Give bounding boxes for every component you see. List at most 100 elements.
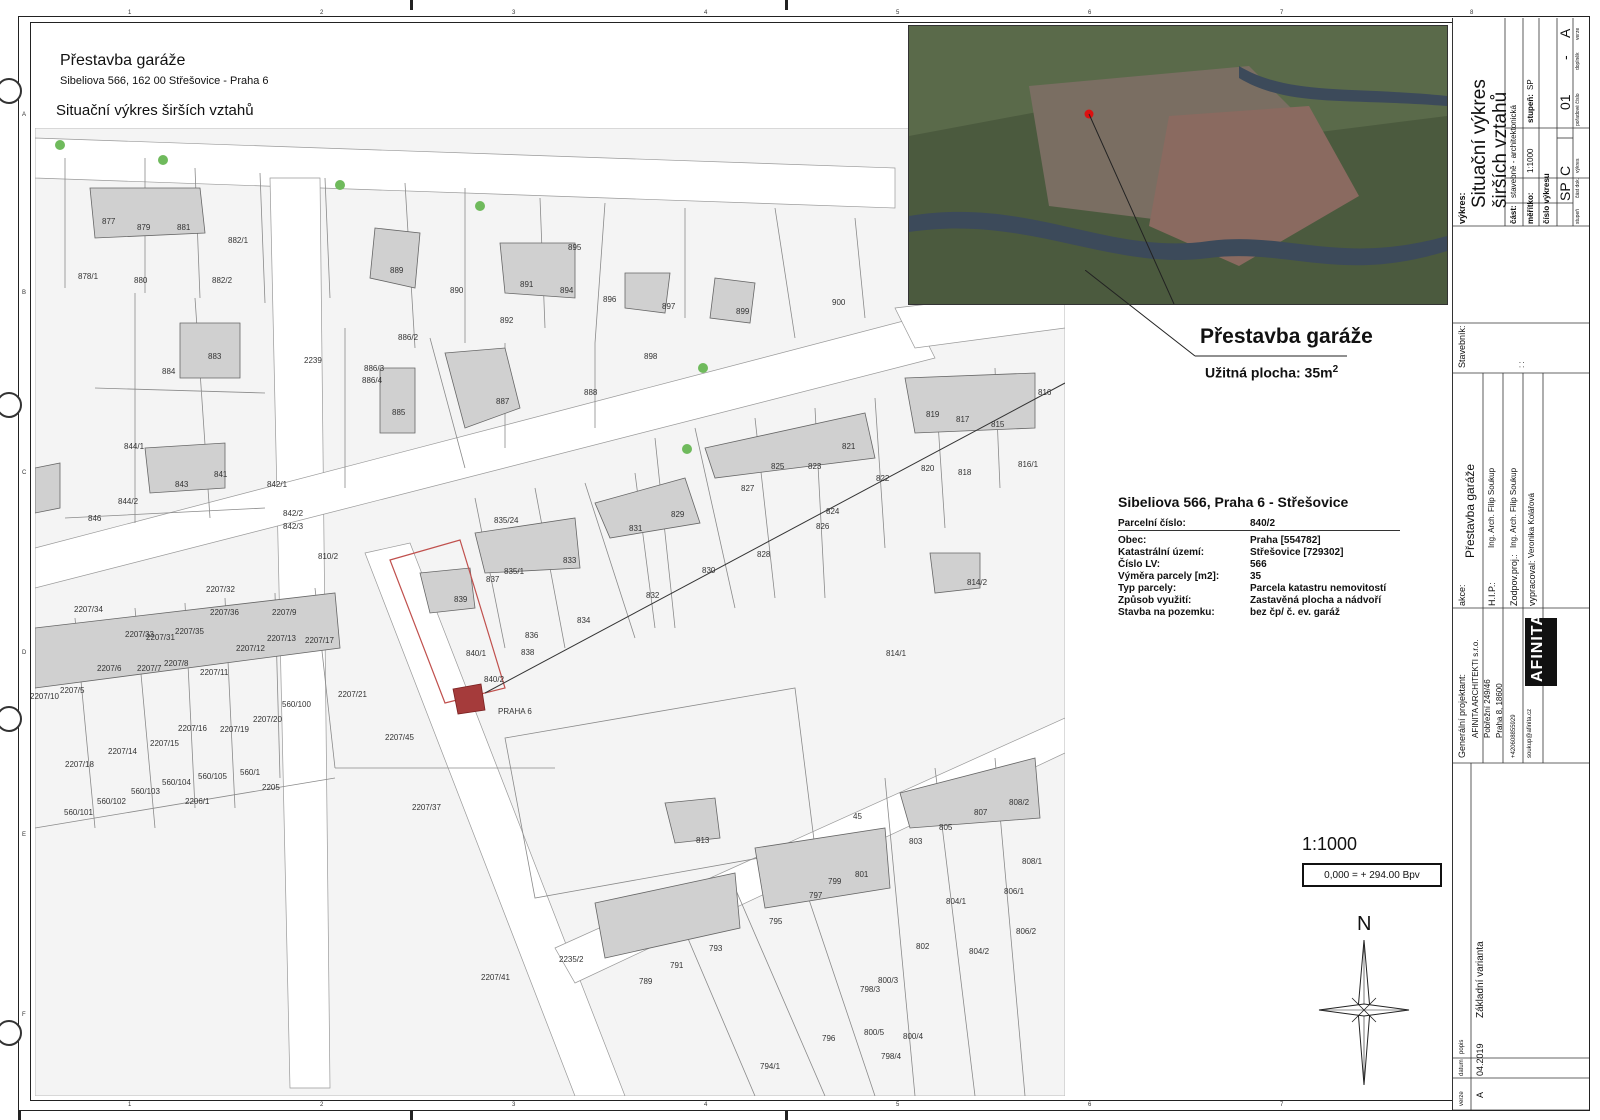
fold-mark-top-1 — [410, 0, 413, 10]
tb-stavebnik-value: : : — [1517, 361, 1526, 368]
tb-col-cast: část dok. — [1575, 177, 1581, 198]
tb-col-doplnek: doplněk — [1575, 52, 1581, 70]
tb-datum-label: datum — [1459, 1059, 1465, 1076]
ruler-col-label: 6 — [1088, 1102, 1092, 1108]
tb-stupen-value: SP — [1526, 79, 1535, 90]
north-label: N — [1357, 913, 1371, 935]
tb-city: Praha 8, 18600 — [1495, 683, 1504, 738]
ruler-col-label: 8 — [1470, 10, 1474, 16]
ruler-row-label: E — [22, 832, 27, 838]
tb-stupen-label: stupeň: — [1526, 94, 1535, 123]
tree — [158, 155, 168, 165]
tb-meritko-label: měřítko: — [1526, 192, 1535, 224]
drawing-sheet: 1 2 3 4 5 6 7 8 1 2 3 4 5 6 7 A B C D E … — [0, 0, 1600, 1120]
ruler-row-label: C — [22, 470, 27, 476]
tb-verze-value: A — [1475, 1091, 1485, 1098]
frame-bottom — [18, 1110, 1590, 1111]
building — [369, 227, 421, 289]
tb-zodp-label: Zodpov.proj.: — [1509, 554, 1519, 606]
north-arrow-icon: N — [1318, 913, 1410, 1086]
building — [144, 442, 226, 494]
ruler-col-label: 2 — [320, 1102, 324, 1108]
ruler-col-label: 7 — [1280, 10, 1284, 16]
info-row: Typ parcely: Parcela katastru nemovitostí — [1118, 583, 1400, 595]
ruler-row-label: D — [22, 650, 27, 656]
tb-cislo-number: 01 — [1557, 94, 1573, 110]
frame-left-inner — [30, 22, 31, 1100]
ruler-col-label: 1 — [128, 10, 132, 16]
tb-datum-value: 04.2019 — [1475, 1043, 1485, 1076]
tb-cislo-cast: C — [1557, 165, 1573, 176]
tb-cislo-dash: - — [1557, 55, 1573, 60]
ruler-col-label: 4 — [704, 10, 708, 16]
info-value: 35 — [1250, 571, 1262, 582]
info-row: Obec: Praha [554782] — [1118, 535, 1400, 547]
frame-top-inner — [30, 22, 1452, 23]
callout-area-sup: 2 — [1332, 364, 1339, 375]
info-row: Katastrální území: Střešovice [729302] — [1118, 547, 1400, 559]
subject-plot — [452, 683, 486, 715]
info-key: Obec: — [1118, 535, 1147, 546]
frame-bottom-inner — [30, 1100, 1452, 1101]
building — [624, 272, 671, 314]
tb-vykres-label: výkres: — [1457, 192, 1467, 224]
tb-cast-value: stavebně - architektonická — [1509, 105, 1518, 198]
tb-akce-label: akce: — [1457, 584, 1467, 606]
info-value: bez čp/ č. ev. garáž — [1250, 607, 1340, 618]
ruler-col-label: 3 — [512, 10, 516, 16]
tb-phone: +420608855929 — [1511, 714, 1517, 758]
tb-col-vykres: výkres — [1575, 158, 1581, 173]
info-row: Stavba na pozemku: bez čp/ č. ev. garáž — [1118, 607, 1400, 619]
tb-meritko-value: 1:1000 — [1526, 148, 1535, 173]
tree — [682, 444, 692, 454]
ruler-col-label: 5 — [896, 10, 900, 16]
parcel-number-key: Parcelní číslo: — [1118, 518, 1186, 529]
tb-email: soukup@afinita.cz — [1527, 708, 1533, 758]
elevation-box: 0,000 = + 294.00 Bpv — [1302, 863, 1442, 887]
building — [379, 367, 416, 434]
tb-firm: AFINITA ARCHITEKTI s.r.o. — [1471, 639, 1480, 738]
project-title: Přestavba garáže — [60, 52, 186, 69]
tb-col-stupen: stupeň — [1575, 208, 1581, 224]
building — [419, 567, 476, 614]
fold-mark-top-2 — [785, 0, 788, 10]
aerial-photo — [909, 26, 1447, 304]
info-value: 566 — [1250, 559, 1267, 570]
building — [35, 462, 61, 514]
tb-verze-label: verze — [1459, 1091, 1465, 1106]
tree — [475, 201, 485, 211]
building — [929, 552, 981, 594]
callout-area: Užitná plocha: 35m2 — [1205, 364, 1338, 381]
ruler-col-label: 1 — [128, 1102, 132, 1108]
info-value: Zastavěná plocha a nádvoří — [1250, 595, 1382, 606]
ruler-col-label: 3 — [512, 1102, 516, 1108]
tree — [698, 363, 708, 373]
info-key: Způsob využití: — [1118, 595, 1192, 606]
tb-col-poradove: pořadové číslo — [1575, 93, 1581, 126]
tb-cislo-stupen: SP — [1557, 182, 1573, 201]
frame-left — [18, 16, 19, 1110]
tb-akce-value: Přestavba garáže — [1463, 463, 1477, 558]
info-key: Číslo LV: — [1118, 559, 1161, 570]
afinita-logo: AFINITA — [1529, 613, 1546, 682]
tb-popis-label: popis — [1459, 1039, 1465, 1054]
parcel-number-row: Parcelní číslo: 840/2 — [1118, 518, 1400, 531]
info-key: Výměra parcely [m2]: — [1118, 571, 1220, 582]
fold-mark-bottom-1 — [410, 1111, 413, 1120]
building — [664, 797, 721, 844]
tb-street: Pobřežní 249/46 — [1483, 679, 1492, 738]
aerial-photo-inset — [908, 25, 1448, 305]
building — [89, 187, 206, 239]
fold-mark-bottom-3 — [18, 1111, 21, 1120]
building — [499, 242, 576, 299]
parcel-info-table: Parcelní číslo: 840/2 Obec: Praha [554782]… — [1118, 518, 1400, 619]
project-address: Sibeliova 566, 162 00 Střešovice - Praha… — [60, 75, 269, 87]
info-key: Katastrální území: — [1118, 547, 1205, 558]
ruler-col-label: 4 — [704, 1102, 708, 1108]
ruler-col-label: 6 — [1088, 10, 1092, 16]
ruler-row-label: F — [22, 1012, 26, 1018]
fold-mark-bottom-2 — [785, 1111, 788, 1120]
ruler-row-label: A — [22, 112, 27, 118]
info-row: Výměra parcely [m2]: 35 — [1118, 571, 1400, 583]
callout-area-label: Užitná plocha: 35m — [1205, 364, 1333, 381]
